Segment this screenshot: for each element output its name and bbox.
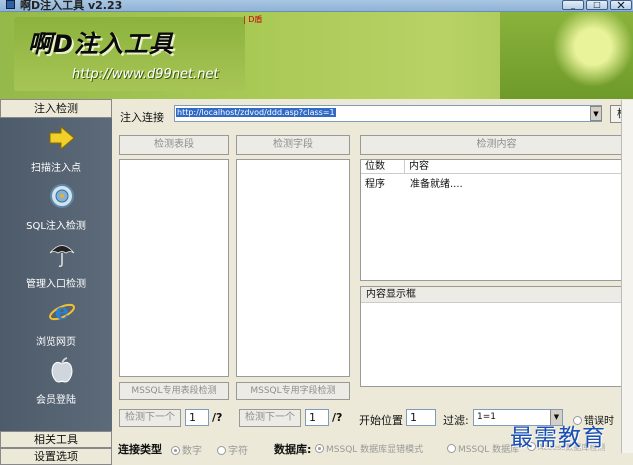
db-mssql-error-option[interactable]: MSSQL 数据库显错模式 [315, 442, 423, 455]
close-button[interactable] [610, 0, 632, 10]
minimize-button[interactable]: _ [562, 0, 584, 10]
filter-label: 过滤: [443, 414, 469, 427]
banner-title: 啊D注入工具 [28, 30, 174, 58]
banner-url: http://www.d99net.net [72, 67, 219, 82]
db-mssql-error-label: MSSQL 数据库显错模式 [326, 445, 424, 455]
sidebar-item-label: 管理入口检测 [26, 279, 86, 290]
sidebar-item-scan[interactable]: 扫描注入点 [0, 122, 112, 180]
table-row[interactable]: 程序 准备就绪.... [361, 175, 632, 190]
main-window: 啊D注入工具 http://www.d99net.net | D盾 注入检测 扫… [0, 12, 633, 465]
conn-char-label: 字符 [228, 446, 248, 457]
svg-text:e: e [55, 299, 69, 325]
next-field-index-input[interactable]: 1 [305, 409, 329, 426]
url-input-value: http://localhost/zdvod/ddd.asp?class=1 [176, 108, 336, 117]
next-table-index-input[interactable]: 1 [185, 409, 209, 426]
tables-list[interactable] [119, 159, 229, 377]
url-label: 注入连接 [120, 111, 164, 124]
sidebar-item-label: 会员登陆 [36, 395, 76, 406]
mssql-fields-button[interactable]: MSSQL专用字段检测 [236, 382, 350, 400]
banner: 啊D注入工具 http://www.d99net.net | D盾 [0, 12, 633, 99]
sidebar-item-label: SQL注入检测 [26, 221, 86, 232]
db-mssql-error-radio[interactable] [315, 444, 324, 453]
start-position-input[interactable]: 1 [406, 409, 436, 426]
window-title: 啊D注入工具 v2.23 [20, 0, 123, 12]
conn-number-option[interactable]: 数字 [171, 442, 202, 457]
next-field-total: /? [332, 411, 343, 424]
conn-char-radio[interactable] [217, 446, 226, 455]
result-list[interactable]: 位数 内容 程序 准备就绪.... [360, 159, 633, 281]
mssql-tables-button[interactable]: MSSQL专用表段检测 [119, 382, 229, 400]
sidebar-item-sql-detect[interactable]: SQL注入检测 [0, 180, 112, 238]
apple-icon [51, 357, 73, 383]
row-content: 准备就绪.... [410, 179, 463, 190]
next-field-button[interactable]: 检测下一个 [239, 409, 301, 427]
result-list-header: 位数 内容 [361, 160, 632, 174]
row-pos: 程序 [365, 179, 385, 190]
sidebar-item-label: 浏览网页 [36, 337, 76, 348]
start-position-label: 开始位置 [359, 414, 403, 427]
banner-mark: | D盾 [243, 15, 263, 24]
next-table-total: /? [212, 411, 223, 424]
fields-list[interactable] [236, 159, 350, 377]
banner-mark-text: D盾 [248, 15, 263, 24]
main-panel: 注入连接 http://localhost/zdvod/ddd.asp?clas… [112, 99, 633, 465]
next-table-button[interactable]: 检测下一个 [119, 409, 181, 427]
target-gear-icon [50, 184, 74, 208]
close-icon [617, 1, 625, 9]
vertical-scrollbar[interactable] [621, 100, 633, 453]
url-input[interactable]: http://localhost/zdvod/ddd.asp?class=1 [174, 105, 602, 122]
ie-browser-icon: e [49, 299, 75, 325]
filter-value: 1=1 [477, 412, 496, 422]
banner-scenery-image [500, 12, 633, 99]
sidebar-items: 扫描注入点 SQL注入检测 管理入口检测 e 浏览网页 会员登陆 [0, 118, 112, 431]
watermark: 最需教育 [510, 425, 606, 451]
detect-tables-button[interactable]: 检测表段 [119, 135, 229, 155]
column-header-pos[interactable]: 位数 [361, 160, 405, 174]
sidebar-related-tools[interactable]: 相关工具 [0, 431, 112, 448]
arrow-right-icon [49, 125, 75, 151]
sidebar-header-inject-detect[interactable]: 注入检测 [0, 99, 112, 118]
db-mssql-radio[interactable] [447, 444, 456, 453]
sidebar: 注入检测 扫描注入点 SQL注入检测 管理入口检测 e 浏览网页 会员登陆 相关… [0, 99, 112, 465]
sidebar-settings[interactable]: 设置选项 [0, 448, 112, 465]
connection-type-label: 连接类型 [118, 443, 162, 456]
database-label: 数据库: [274, 443, 312, 456]
umbrella-icon [49, 245, 75, 268]
sidebar-item-label: 扫描注入点 [31, 163, 81, 174]
conn-char-option[interactable]: 字符 [217, 442, 248, 457]
conn-number-radio[interactable] [171, 446, 180, 455]
url-dropdown-button[interactable]: ▼ [590, 106, 602, 121]
conn-number-label: 数字 [182, 446, 202, 457]
content-display-box[interactable]: 内容显示框 [360, 286, 633, 387]
sidebar-item-admin-entry[interactable]: 管理入口检测 [0, 238, 112, 296]
sidebar-item-browse[interactable]: e 浏览网页 [0, 296, 112, 354]
detect-fields-button[interactable]: 检测字段 [236, 135, 350, 155]
sidebar-item-member-login[interactable]: 会员登陆 [0, 354, 112, 412]
title-bar[interactable]: 啊D注入工具 v2.23 _ □ [0, 0, 633, 12]
maximize-button[interactable]: □ [586, 0, 608, 10]
db-mssql-option[interactable]: MSSQL 数据库 [447, 442, 519, 455]
content-display-header: 内容显示框 [361, 287, 632, 303]
detect-content-button[interactable]: 检测内容 [360, 135, 633, 155]
column-header-content[interactable]: 内容 [405, 160, 632, 174]
app-icon [6, 0, 15, 9]
